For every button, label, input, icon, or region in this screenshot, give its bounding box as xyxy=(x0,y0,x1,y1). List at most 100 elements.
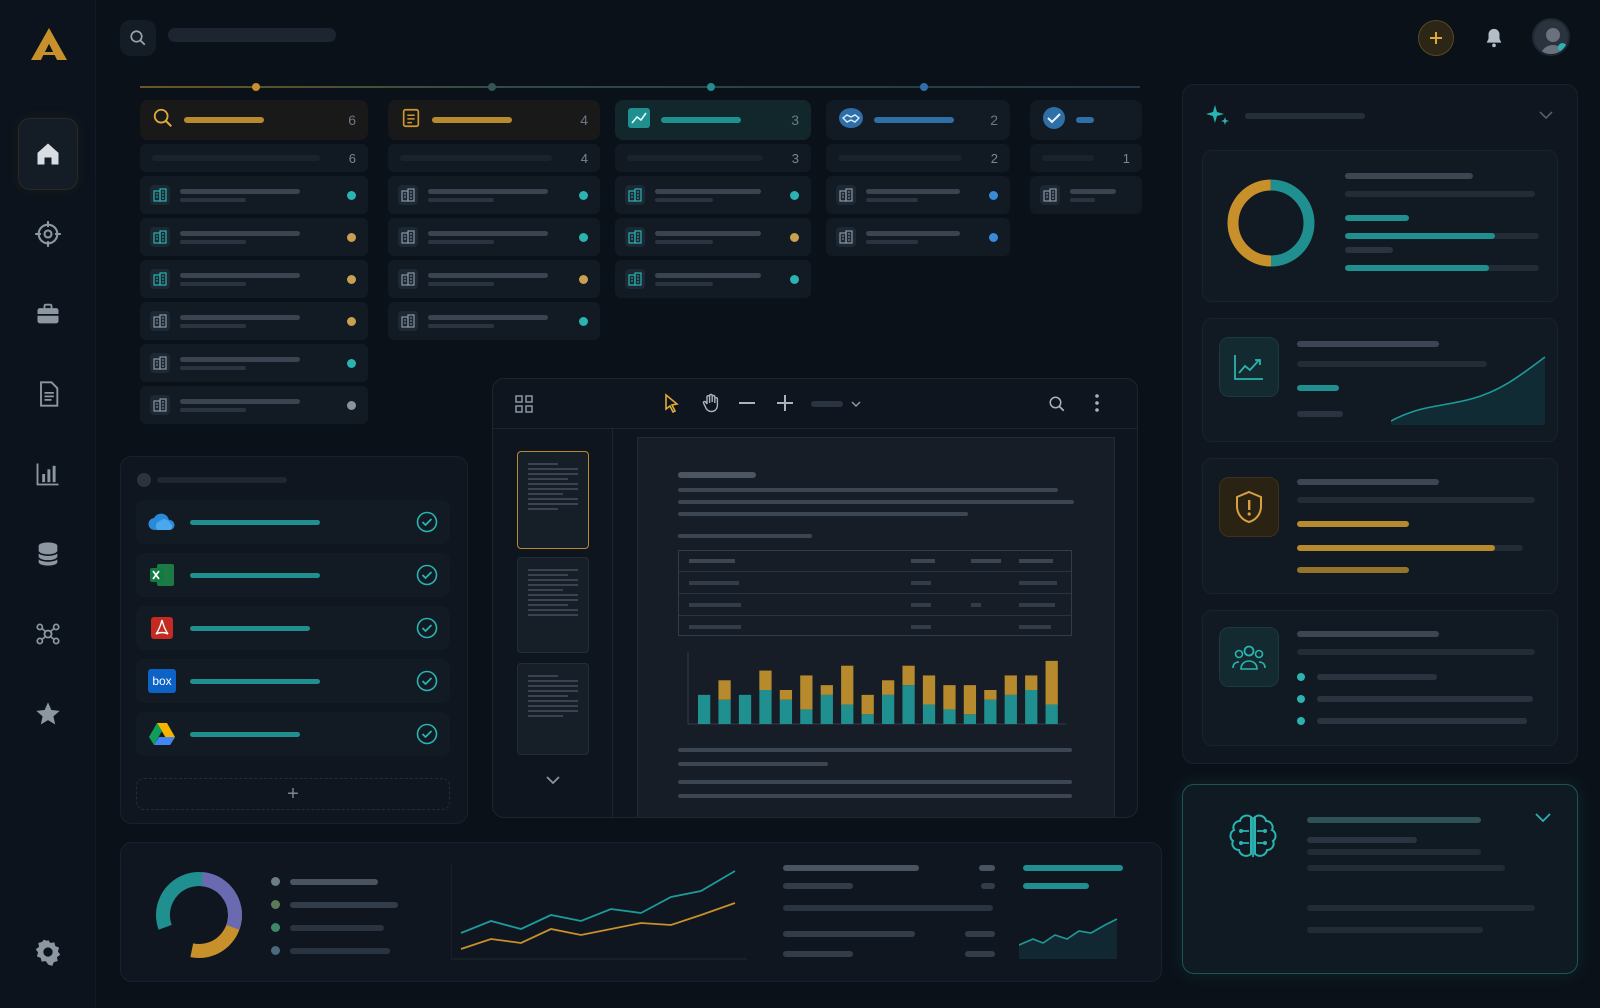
performance-card[interactable] xyxy=(1202,150,1558,302)
nav-network[interactable] xyxy=(18,598,78,670)
pipeline-column: 33 xyxy=(615,100,811,298)
deal-card[interactable] xyxy=(140,218,368,256)
trend-line-chart xyxy=(451,863,747,960)
nav-settings[interactable] xyxy=(18,916,78,988)
add-integration-button[interactable]: + xyxy=(136,778,450,810)
hand-tool-icon[interactable] xyxy=(701,393,721,413)
notifications-button[interactable] xyxy=(1476,20,1512,56)
connected-check-icon xyxy=(416,564,438,586)
excel-logo-icon xyxy=(148,561,176,589)
collapse-chevron-icon[interactable] xyxy=(1539,111,1553,119)
chart-bar xyxy=(698,694,711,724)
chart-bar xyxy=(963,685,977,715)
column-header[interactable]: 3 xyxy=(615,100,811,140)
column-header[interactable] xyxy=(1030,100,1142,140)
chart-bar xyxy=(963,714,977,724)
team-tile xyxy=(1219,627,1279,687)
grid-view-icon[interactable] xyxy=(515,395,533,413)
more-options-icon[interactable] xyxy=(1095,394,1099,412)
deal-card[interactable] xyxy=(826,218,1010,256)
scroll-thumbnails-down-icon[interactable] xyxy=(545,775,561,785)
crosshair-icon xyxy=(35,221,61,247)
deal-card[interactable] xyxy=(140,176,368,214)
search-button[interactable] xyxy=(120,20,156,56)
deal-card[interactable] xyxy=(388,218,600,256)
database-icon xyxy=(37,542,59,566)
integration-row-box[interactable]: box xyxy=(136,659,450,703)
deal-card[interactable] xyxy=(615,176,811,214)
building-icon xyxy=(398,311,418,331)
risk-card[interactable] xyxy=(1202,458,1558,594)
zoom-out-icon[interactable] xyxy=(739,401,755,405)
building-icon xyxy=(150,227,170,247)
add-integration-label: + xyxy=(287,782,299,805)
connected-check-icon xyxy=(416,723,438,745)
doc-text-line xyxy=(678,794,1072,798)
column-summary: 1 xyxy=(1030,144,1142,172)
plus-icon xyxy=(1430,32,1442,44)
column-header[interactable]: 4 xyxy=(388,100,600,140)
zoom-select[interactable] xyxy=(811,395,869,413)
nav-documents[interactable] xyxy=(18,358,78,430)
ai-assistant-card[interactable] xyxy=(1182,784,1578,974)
nav-database[interactable] xyxy=(18,518,78,590)
integration-sync-bar xyxy=(190,731,300,737)
google-drive-logo-icon xyxy=(148,720,176,748)
page-thumbnail[interactable] xyxy=(517,451,589,549)
app-logo[interactable] xyxy=(29,26,69,62)
integration-row-google-drive[interactable] xyxy=(136,712,450,756)
nav-analytics[interactable] xyxy=(18,438,78,510)
column-title xyxy=(184,117,264,123)
column-header[interactable]: 6 xyxy=(140,100,368,140)
deal-card[interactable] xyxy=(140,386,368,424)
chart-bar xyxy=(800,709,813,724)
nav-targets[interactable] xyxy=(18,198,78,270)
integration-row-excel[interactable] xyxy=(136,553,450,597)
integration-sync-bar xyxy=(190,678,320,684)
integration-row-onedrive[interactable] xyxy=(136,500,450,544)
chart-bar xyxy=(759,690,772,724)
pointer-tool-icon[interactable] xyxy=(663,393,681,413)
page-thumbnail[interactable] xyxy=(517,557,589,653)
column-summary: 6 xyxy=(140,144,368,172)
chart-bar xyxy=(1025,690,1038,724)
deal-card[interactable] xyxy=(140,260,368,298)
viewer-search-icon[interactable] xyxy=(1048,395,1066,413)
integration-sync-bar xyxy=(190,625,310,631)
nav-portfolio[interactable] xyxy=(18,278,78,350)
ai-card-chevron-icon[interactable] xyxy=(1535,813,1551,823)
chart-bar xyxy=(922,704,936,724)
deal-card[interactable] xyxy=(140,302,368,340)
growth-card[interactable] xyxy=(1202,318,1558,442)
status-dot xyxy=(579,191,588,200)
nav-favorites[interactable] xyxy=(18,678,78,750)
mini-sparkline xyxy=(1019,918,1118,959)
integration-row-acrobat[interactable] xyxy=(136,606,450,650)
team-bullet xyxy=(1297,673,1305,681)
zoom-in-icon[interactable] xyxy=(777,395,793,411)
onedrive-logo-icon xyxy=(148,508,176,536)
deal-card[interactable] xyxy=(388,260,600,298)
status-dot xyxy=(790,275,799,284)
chart-bar xyxy=(841,665,854,705)
building-icon xyxy=(150,353,170,373)
deal-card[interactable] xyxy=(615,218,811,256)
building-icon xyxy=(398,185,418,205)
growth-tile xyxy=(1219,337,1279,397)
deal-card[interactable] xyxy=(388,302,600,340)
user-avatar[interactable] xyxy=(1532,18,1570,56)
timeline-node xyxy=(707,83,715,91)
sidebar xyxy=(0,0,96,1008)
column-header[interactable]: 2 xyxy=(826,100,1010,140)
deal-card[interactable] xyxy=(1030,176,1142,214)
team-card[interactable] xyxy=(1202,610,1558,746)
deal-card[interactable] xyxy=(615,260,811,298)
deal-card[interactable] xyxy=(388,176,600,214)
page-thumbnail[interactable] xyxy=(517,663,589,755)
create-button[interactable] xyxy=(1418,20,1454,56)
risk-tile xyxy=(1219,477,1279,537)
deal-card[interactable] xyxy=(140,344,368,382)
nav-home[interactable] xyxy=(18,118,78,190)
search-input[interactable] xyxy=(168,28,336,42)
deal-card[interactable] xyxy=(826,176,1010,214)
